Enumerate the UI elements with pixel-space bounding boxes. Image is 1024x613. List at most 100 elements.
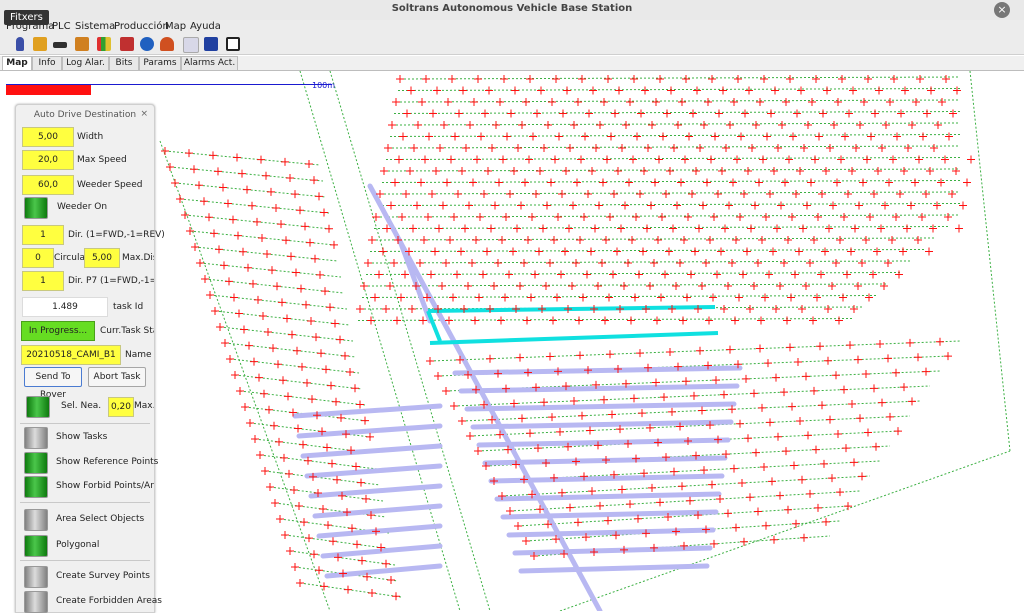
reference-point-marker [516, 353, 524, 362]
menu-produccion[interactable]: Producción [114, 21, 169, 32]
reference-point-marker [776, 282, 784, 290]
reference-point-marker [517, 201, 525, 210]
menu-sistema[interactable]: Sistema [75, 21, 115, 32]
reference-point-marker [186, 227, 194, 235]
lock-icon[interactable] [33, 37, 47, 51]
reference-point-marker [476, 213, 484, 221]
plc-icon[interactable] [204, 37, 218, 51]
menu-plc[interactable]: PLC [52, 21, 71, 32]
key-icon[interactable] [53, 42, 67, 48]
reference-point-marker [744, 434, 752, 443]
show-forbid-points-toggle[interactable] [24, 476, 48, 498]
dir-input[interactable]: 1 [22, 225, 64, 245]
reference-point-marker [737, 132, 745, 141]
reference-point-marker [468, 259, 476, 267]
reference-point-marker [866, 213, 874, 221]
reference-point-marker [306, 238, 314, 247]
toolbar [0, 34, 1024, 55]
reference-point-marker [409, 224, 417, 233]
calendar-icon[interactable] [120, 37, 134, 51]
tab-map[interactable]: Map [2, 56, 32, 70]
reference-point-marker [886, 98, 894, 106]
width-input[interactable]: 5,00 [22, 127, 74, 147]
reference-point-marker [762, 521, 770, 530]
alarm-icon[interactable] [160, 37, 174, 51]
reference-point-marker [672, 282, 680, 290]
reference-point-marker [742, 374, 750, 383]
tab-params[interactable]: Params [139, 56, 181, 70]
reference-point-marker [930, 144, 938, 152]
send-to-rover-button[interactable]: Send To Rover [24, 367, 82, 400]
menu-map[interactable]: Map [165, 21, 186, 32]
reference-point-marker [761, 293, 769, 302]
reference-point-marker [613, 247, 621, 256]
reference-point-marker [733, 155, 741, 164]
reference-point-marker [474, 75, 482, 83]
max-speed-input[interactable]: 20,0 [22, 150, 74, 170]
reference-point-marker [768, 477, 776, 486]
reference-point-marker [372, 213, 380, 221]
show-tasks-toggle[interactable] [24, 427, 48, 449]
reference-point-marker [293, 346, 301, 355]
reference-point-marker [298, 362, 306, 371]
reference-point-marker [736, 213, 744, 221]
dir-p7-input[interactable]: 1 [22, 271, 64, 291]
sel-nea-input[interactable]: 0,20 [108, 397, 134, 417]
sel-nea-toggle[interactable] [26, 396, 50, 418]
bar-chart-icon[interactable] [97, 37, 111, 51]
reference-point-marker [836, 236, 844, 244]
mic-icon[interactable] [16, 37, 24, 51]
reference-point-marker [380, 167, 388, 175]
reference-point-marker [451, 132, 459, 141]
max-dist-input[interactable]: 5,00 [84, 248, 120, 268]
polygonal-label: Polygonal [56, 540, 100, 550]
tab-info[interactable]: Info [32, 56, 62, 70]
reference-point-marker [301, 222, 309, 231]
reference-point-marker [803, 201, 811, 210]
reference-point-marker [267, 187, 275, 196]
polygonal-toggle[interactable] [24, 535, 48, 557]
reference-point-marker [384, 144, 392, 152]
reference-point-marker [248, 201, 256, 210]
reference-point-marker [576, 351, 584, 360]
tab-alarms-act[interactable]: Alarms Act. [181, 56, 238, 70]
reference-point-marker [457, 247, 465, 256]
compass-icon[interactable] [140, 37, 154, 51]
reference-point-marker [555, 132, 563, 141]
reference-point-marker [787, 293, 795, 302]
reference-point-marker [663, 109, 671, 118]
reference-point-marker [521, 178, 529, 187]
area-select-objects-toggle[interactable] [24, 509, 48, 531]
reference-point-marker [606, 350, 614, 359]
reference-point-marker [274, 360, 282, 369]
show-reference-points-toggle[interactable] [24, 452, 48, 474]
tab-log-alar[interactable]: Log Alar. [62, 56, 109, 70]
create-forbidden-areas-toggle[interactable] [24, 591, 48, 613]
reference-point-marker [297, 284, 305, 293]
reference-point-marker [510, 167, 518, 175]
reference-point-marker [679, 316, 687, 325]
abort-task-button[interactable]: Abort Task [88, 367, 146, 387]
row-boundary-line [234, 374, 363, 390]
weeder-speed-input[interactable]: 60,0 [22, 175, 74, 195]
reference-point-marker [553, 293, 561, 302]
reference-point-marker [881, 201, 889, 210]
reference-point-marker [858, 472, 866, 481]
tools-icon[interactable] [75, 37, 89, 51]
reference-point-marker [845, 109, 853, 118]
reference-point-marker [270, 421, 278, 430]
exit-icon[interactable] [226, 37, 240, 51]
reference-point-marker [292, 268, 300, 277]
reference-point-marker [903, 224, 911, 233]
create-survey-points-toggle[interactable] [24, 566, 48, 588]
menu-ayuda[interactable]: Ayuda [190, 21, 221, 32]
panel-close-icon[interactable]: × [140, 109, 148, 119]
reference-point-marker [677, 178, 685, 187]
weeder-on-toggle[interactable] [24, 197, 48, 219]
document-icon[interactable] [183, 37, 199, 53]
name-input[interactable]: 20210518_CAMI_B1 [21, 345, 121, 365]
tab-bits[interactable]: Bits [109, 56, 139, 70]
reference-point-marker [328, 459, 336, 468]
window-close-button[interactable]: × [994, 2, 1010, 18]
circular-input[interactable]: 0 [22, 248, 54, 268]
